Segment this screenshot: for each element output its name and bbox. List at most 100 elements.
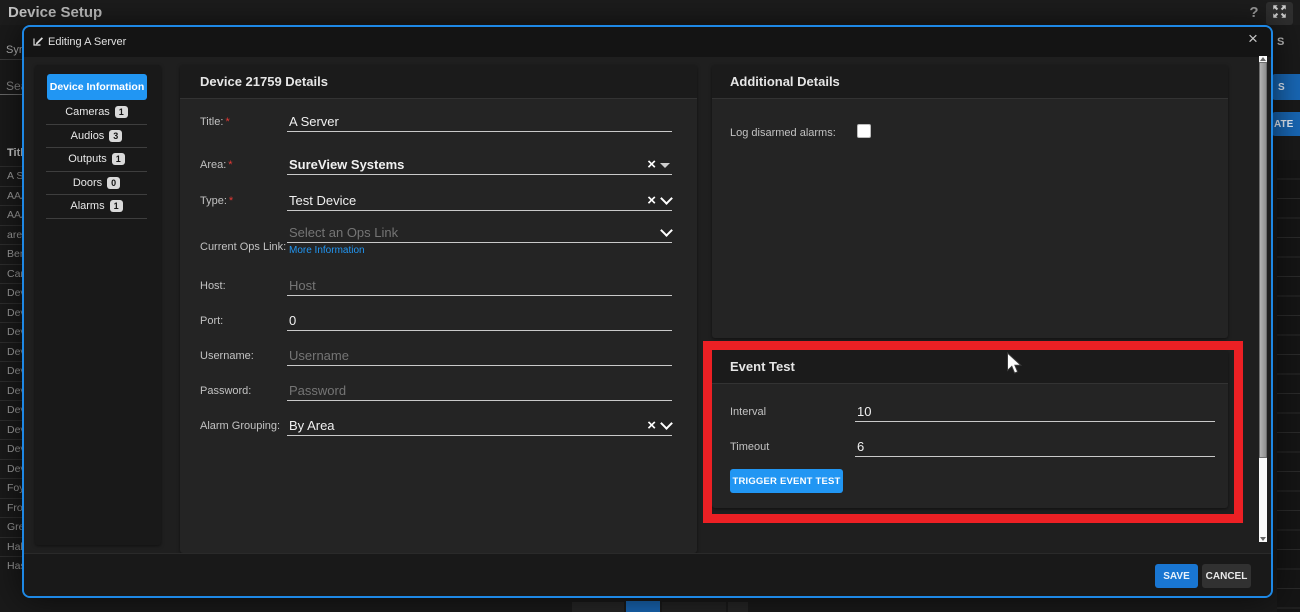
trigger-event-test-button[interactable]: TRIGGER EVENT TEST [730, 469, 843, 493]
background-blue-button-fragment[interactable]: ATE [1272, 112, 1300, 136]
table-row[interactable]: Dev [0, 439, 22, 459]
close-icon[interactable]: × [1243, 29, 1263, 49]
divider [0, 94, 22, 95]
table-row[interactable]: area [0, 225, 22, 245]
table-row[interactable]: Ben [0, 244, 22, 264]
field-ops-link: Current Ops Link: More Information [200, 219, 672, 243]
field-port: Port: [200, 307, 672, 331]
table-row[interactable]: Dev [0, 342, 22, 362]
table-row[interactable]: Fro [0, 498, 22, 518]
log-disarmed-checkbox[interactable] [857, 124, 871, 138]
dialog-title: Editing A Server [48, 36, 126, 48]
sidebar-tab[interactable]: Audios 3 [46, 125, 147, 149]
title-input[interactable] [289, 114, 630, 129]
field-label: Interval [730, 406, 766, 418]
pagination-fragment-active[interactable] [626, 601, 660, 612]
host-input[interactable] [289, 278, 630, 293]
table-row[interactable]: Dev [0, 381, 22, 401]
alarm-grouping-select-input[interactable] [289, 418, 630, 433]
scrollbar-thumb[interactable] [1259, 62, 1267, 458]
field-alarm-grouping: Alarm Grouping: × [200, 412, 672, 436]
area-select-input[interactable] [289, 157, 630, 172]
more-information-link[interactable]: More Information [289, 245, 365, 256]
table-row[interactable]: Has [0, 556, 22, 576]
field-username: Username: [200, 342, 672, 366]
password-input[interactable] [289, 383, 630, 398]
required-marker: * [225, 116, 229, 128]
table-row[interactable]: Foy [0, 478, 22, 498]
field-label: Current Ops Link: [200, 241, 286, 253]
background-table-right [1277, 160, 1300, 612]
field-label: Timeout [730, 441, 769, 453]
sidebar-tab[interactable]: Doors 0 [46, 172, 147, 196]
clear-icon[interactable]: × [647, 158, 656, 172]
page-title: Device Setup [8, 4, 102, 21]
edit-pencil-icon [32, 34, 44, 52]
sidebar-tab[interactable]: Outputs 1 [46, 148, 147, 172]
tab-device-information[interactable]: Device Information [47, 74, 147, 100]
dialog-header [24, 27, 1271, 57]
table-row[interactable]: Dev [0, 400, 22, 420]
save-button[interactable]: SAVE [1155, 564, 1198, 588]
background-button-fragment[interactable]: S [1277, 36, 1284, 48]
count-badge: 1 [115, 106, 128, 118]
table-row[interactable]: Dev [0, 322, 22, 342]
scrollbar-down-arrow[interactable] [1260, 537, 1266, 541]
expand-button[interactable] [1266, 2, 1293, 25]
caret-down-icon[interactable] [660, 163, 670, 168]
screen: Device Setup ? Syn Sea Titl A Se AAA AAA [0, 0, 1300, 612]
scrollbar-up-arrow[interactable] [1260, 57, 1266, 61]
chevron-down-icon[interactable] [660, 192, 673, 205]
field-label: Area: [200, 159, 226, 171]
help-icon[interactable]: ? [1246, 4, 1262, 21]
table-row[interactable]: Car [0, 264, 22, 284]
count-badge: 3 [109, 130, 122, 142]
pagination-fragment[interactable] [572, 602, 624, 612]
sidebar-tab[interactable]: Cameras 1 [46, 101, 147, 125]
type-select-input[interactable] [289, 193, 630, 208]
table-row[interactable]: Dev [0, 303, 22, 323]
table-row[interactable]: AAA [0, 186, 22, 206]
page-topbar [0, 0, 1300, 25]
port-input[interactable] [289, 313, 630, 328]
field-password: Password: [200, 377, 672, 401]
additional-card-title: Additional Details [730, 74, 840, 89]
chevron-down-icon[interactable] [660, 224, 673, 237]
additional-details-card: Additional Details [712, 65, 1228, 338]
count-badge: 1 [110, 200, 123, 212]
table-row[interactable]: AAA [0, 205, 22, 225]
sidebar-tab[interactable]: Alarms 1 [46, 195, 147, 219]
clear-icon[interactable]: × [647, 194, 656, 208]
field-label: Host: [200, 280, 226, 292]
background-blue-button-fragment[interactable]: S [1272, 74, 1300, 100]
table-row[interactable]: A Se [0, 166, 22, 186]
field-host: Host: [200, 272, 672, 296]
table-row[interactable]: Dev [0, 459, 22, 479]
table-row[interactable]: Hal [0, 537, 22, 557]
fullscreen-icon [1272, 4, 1287, 24]
table-row[interactable]: Dev [0, 361, 22, 381]
pagination-fragment[interactable] [662, 602, 726, 612]
ops-link-select-input[interactable] [289, 225, 630, 240]
interval-input[interactable] [857, 404, 1213, 419]
field-label: Title: [200, 116, 223, 128]
required-marker: * [228, 159, 232, 171]
timeout-input[interactable] [857, 439, 1213, 454]
field-label: Alarm Grouping: [200, 420, 280, 432]
chevron-down-icon[interactable] [660, 417, 673, 430]
clear-icon[interactable]: × [647, 419, 656, 433]
card-header: Additional Details [712, 65, 1228, 99]
event-test-card-title: Event Test [730, 359, 795, 374]
table-row[interactable]: Dev [0, 283, 22, 303]
required-marker: * [229, 195, 233, 207]
details-card-title: Device 21759 Details [200, 74, 328, 89]
scrollbar-track[interactable] [1259, 56, 1267, 542]
field-title: Title:* [200, 108, 672, 132]
count-badge: 1 [112, 153, 125, 165]
cancel-button[interactable]: CANCEL [1202, 564, 1251, 588]
field-label: Port: [200, 315, 223, 327]
username-input[interactable] [289, 348, 630, 363]
table-row[interactable]: Gre [0, 517, 22, 537]
pagination-fragment[interactable] [728, 602, 748, 612]
table-row[interactable]: Dev [0, 420, 22, 440]
